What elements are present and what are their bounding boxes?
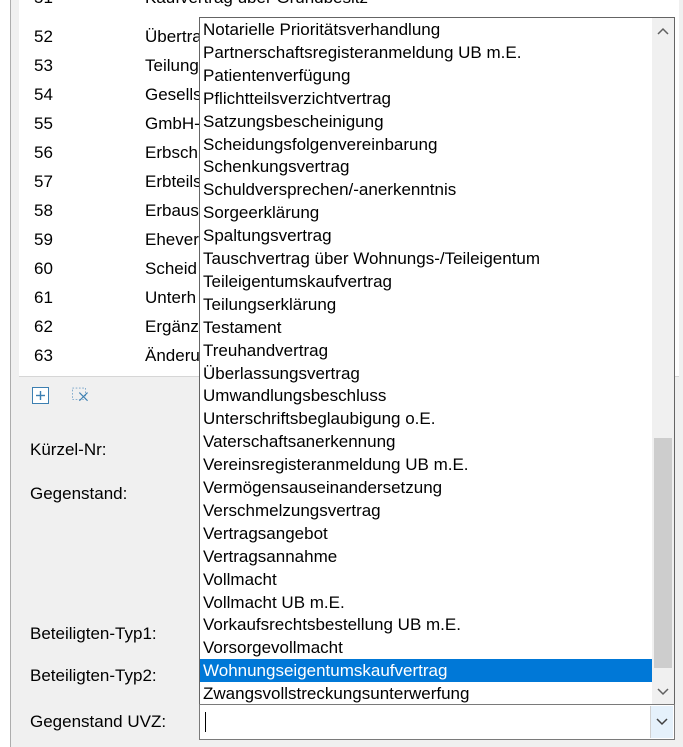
plus-box-icon bbox=[31, 386, 49, 404]
add-row-button[interactable] bbox=[31, 386, 49, 404]
list-row[interactable]: 62 Ergänz bbox=[19, 312, 219, 341]
dropdown-option[interactable]: Satzungsbescheinigung bbox=[200, 110, 652, 133]
dropdown-option[interactable]: Vertragsannahme bbox=[200, 545, 652, 568]
row-number: 58 bbox=[34, 201, 53, 220]
kuerzel-label: Kürzel-Nr: bbox=[30, 440, 107, 459]
gegenstand-uvz-dropdown-list[interactable]: Notarielle Prioritätsverhandlung Partners… bbox=[199, 17, 675, 706]
dropdown-option[interactable]: Umwandlungsbeschluss bbox=[200, 384, 652, 407]
row-number: 56 bbox=[34, 143, 53, 162]
dropdown-option[interactable]: Verschmelzungsvertrag bbox=[200, 499, 652, 522]
gegenstand-label: Gegenstand: bbox=[30, 484, 128, 503]
dropdown-option[interactable]: Patientenverfügung bbox=[200, 64, 652, 87]
delete-row-button[interactable] bbox=[72, 386, 90, 404]
list-row[interactable]: 61 Unterh bbox=[19, 283, 219, 312]
row-number: 59 bbox=[34, 230, 53, 249]
row-number: 54 bbox=[34, 85, 53, 104]
row-number: 53 bbox=[34, 56, 53, 75]
list-row[interactable]: 52 Übertra bbox=[19, 22, 219, 51]
list-row-partial[interactable]: 51 Kaufvertrag über Grundbesitz bbox=[19, 0, 368, 12]
dropdown-option[interactable]: Tauschvertrag über Wohnungs-/Teileigentu… bbox=[200, 247, 652, 270]
dropdown-option[interactable]: Vermögensauseinandersetzung bbox=[200, 476, 652, 499]
combo-dropdown-button[interactable] bbox=[650, 706, 673, 738]
row-number: 57 bbox=[34, 172, 53, 191]
row-number: 51 bbox=[34, 0, 53, 12]
list-row[interactable]: 54 Gesells bbox=[19, 80, 219, 109]
row-number: 60 bbox=[34, 259, 53, 278]
row-text: Erbteils bbox=[145, 172, 202, 191]
scroll-thumb[interactable] bbox=[654, 438, 672, 668]
dropdown-option[interactable]: Pflichtteilsverzichtvertrag bbox=[200, 87, 652, 110]
row-number: 62 bbox=[34, 317, 53, 336]
beteiligten-typ1-label: Beteiligten-Typ1: bbox=[30, 624, 157, 643]
list-row[interactable]: 56 Erbsch bbox=[19, 138, 219, 167]
dropdown-option[interactable]: Sorgeerklärung bbox=[200, 201, 652, 224]
dropdown-option-selected[interactable]: Wohnungseigentumskaufvertrag bbox=[200, 659, 652, 683]
row-text: Erbaus bbox=[145, 201, 199, 220]
list-row[interactable]: 55 GmbH- bbox=[19, 109, 219, 138]
row-text: Gesells bbox=[145, 85, 202, 104]
text-caret bbox=[205, 712, 206, 732]
scroll-up-button[interactable] bbox=[652, 20, 674, 42]
dropdown-option[interactable]: Testament bbox=[200, 316, 652, 339]
dropdown-option[interactable]: Zwangsvollstreckungsunterwerfung bbox=[200, 682, 652, 705]
row-text: GmbH- bbox=[145, 114, 200, 133]
dropdown-option[interactable]: Vollmacht UB m.E. bbox=[200, 591, 652, 614]
notary-form-window: 51 Kaufvertrag über Grundbesitz 52 Übertr… bbox=[0, 0, 683, 747]
gegenstand-uvz-combobox[interactable] bbox=[199, 704, 675, 740]
dropdown-option[interactable]: Spaltungsvertrag bbox=[200, 224, 652, 247]
list-row[interactable]: 59 Ehever bbox=[19, 225, 219, 254]
list-row[interactable]: 60 Scheid bbox=[19, 254, 219, 283]
row-number: 63 bbox=[34, 346, 53, 365]
dropdown-option[interactable]: Teileigentumskaufvertrag bbox=[200, 270, 652, 293]
row-number: 61 bbox=[34, 288, 53, 307]
row-text: Änderu bbox=[145, 346, 200, 365]
chevron-down-icon bbox=[656, 718, 668, 726]
dropdown-option[interactable]: Treuhandvertrag bbox=[200, 339, 652, 362]
scroll-down-button[interactable] bbox=[652, 681, 674, 703]
row-text: Ehever bbox=[145, 230, 199, 249]
dropdown-option[interactable]: Vorsorgevollmacht bbox=[200, 636, 652, 659]
dropdown-option[interactable]: Vertragsangebot bbox=[200, 522, 652, 545]
row-text: Ergänz bbox=[145, 317, 199, 336]
list-row[interactable]: 53 Teilung bbox=[19, 51, 219, 80]
row-number: 55 bbox=[34, 114, 53, 133]
dropdown-option[interactable]: Unterschriftsbeglaubigung o.E. bbox=[200, 407, 652, 430]
dropdown-option[interactable]: Schenkungsvertrag bbox=[200, 155, 652, 178]
list-row[interactable]: 63 Änderu bbox=[19, 341, 219, 370]
row-text: Übertra bbox=[145, 27, 202, 46]
list-row[interactable]: 57 Erbteils bbox=[19, 167, 219, 196]
dropdown-option[interactable]: Vereinsregisteranmeldung UB m.E. bbox=[200, 453, 652, 476]
dropdown-scrollbar[interactable] bbox=[652, 18, 674, 705]
row-text: Teilung bbox=[145, 56, 199, 75]
dropdown-option[interactable]: Vollmacht bbox=[200, 568, 652, 591]
dropdown-option[interactable]: Vorkaufsrechtsbestellung UB m.E. bbox=[200, 613, 652, 636]
row-number: 52 bbox=[34, 27, 53, 46]
dropdown-option[interactable]: Schuldversprechen/-anerkenntnis bbox=[200, 178, 652, 201]
dashed-x-icon bbox=[72, 387, 88, 402]
gegenstand-uvz-label: Gegenstand UVZ: bbox=[30, 712, 167, 731]
row-text: Erbsch bbox=[145, 143, 198, 162]
row-text: Scheid bbox=[145, 259, 197, 278]
list-toolbar bbox=[20, 381, 200, 407]
dropdown-option[interactable]: Teilungserklärung bbox=[200, 293, 652, 316]
dropdown-option[interactable]: Vaterschaftsanerkennung bbox=[200, 430, 652, 453]
dropdown-option[interactable]: Überlassungsvertrag bbox=[200, 362, 652, 385]
row-text: Kaufvertrag über Grundbesitz bbox=[145, 0, 368, 12]
beteiligten-typ2-label: Beteiligten-Typ2: bbox=[30, 666, 157, 685]
chevron-up-icon bbox=[657, 27, 669, 35]
row-text: Unterh bbox=[145, 288, 197, 307]
dropdown-option[interactable]: Partnerschaftsregisteranmeldung UB m.E. bbox=[200, 41, 652, 64]
chevron-down-icon bbox=[657, 688, 669, 696]
list-row[interactable]: 58 Erbaus bbox=[19, 196, 219, 225]
dropdown-option[interactable]: Scheidungsfolgenvereinbarung bbox=[200, 133, 652, 156]
dropdown-option[interactable]: Notarielle Prioritätsverhandlung bbox=[200, 18, 652, 41]
